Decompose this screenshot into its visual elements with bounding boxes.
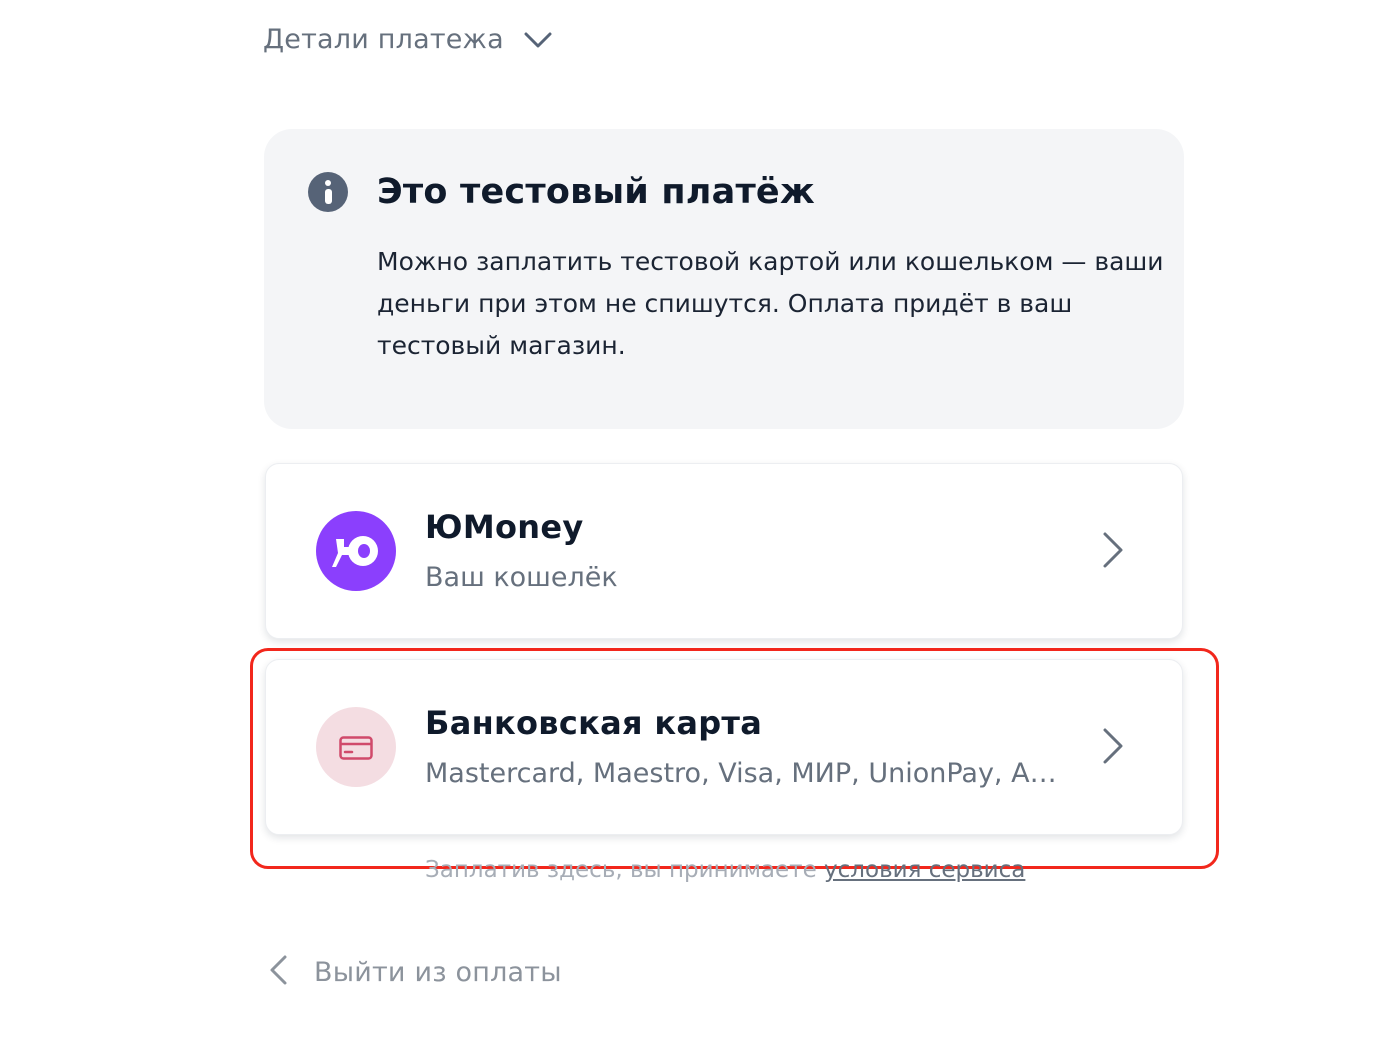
chevron-down-icon (524, 31, 552, 49)
notice-title: Это тестовый платёж (377, 172, 815, 212)
chevron-left-icon (268, 954, 288, 990)
payment-method-yoomoney[interactable]: ЮMoney Ваш кошелёк (265, 463, 1183, 639)
terms-notice: Заплатив здесь, вы принимаете условия се… (425, 857, 1125, 883)
exit-payment-link[interactable]: Выйти из оплаты (268, 954, 562, 990)
exit-payment-label: Выйти из оплаты (314, 956, 562, 988)
info-icon (308, 172, 348, 212)
test-payment-notice: Это тестовый платёж Можно заплатить тест… (264, 129, 1184, 429)
yoomoney-subtitle: Ваш кошелёк (425, 562, 618, 593)
chevron-right-icon (1101, 727, 1125, 769)
bank-card-subtitle: Mastercard, Maestro, Visa, МИР, UnionPay… (425, 758, 1075, 789)
credit-card-icon (316, 707, 396, 787)
yoomoney-title: ЮMoney (425, 508, 584, 546)
yoomoney-logo (316, 511, 396, 591)
payment-details-label: Детали платежа (263, 24, 504, 55)
terms-link[interactable]: условия сервиса (824, 857, 1025, 883)
chevron-right-icon (1101, 531, 1125, 573)
payment-method-bank-card[interactable]: Банковская карта Mastercard, Maestro, Vi… (265, 659, 1183, 835)
payment-details-toggle[interactable]: Детали платежа (263, 24, 552, 55)
bank-card-title: Банковская карта (425, 704, 763, 742)
terms-prefix: Заплатив здесь, вы принимаете (425, 857, 817, 883)
notice-text: Можно заплатить тестовой картой или коше… (377, 247, 1164, 360)
